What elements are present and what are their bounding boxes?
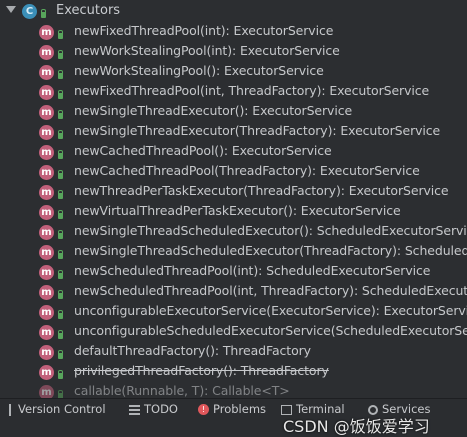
method-item[interactable]: m unconfigurableScheduledExecutorService…	[0, 322, 467, 342]
public-visibility-icon	[58, 370, 63, 379]
method-icon: m	[39, 165, 54, 180]
method-signature: newScheduledThreadPool(int): ScheduledEx…	[74, 263, 431, 278]
method-icon: m	[39, 365, 54, 380]
method-icon: m	[39, 25, 54, 40]
method-signature: newThreadPerTaskExecutor(ThreadFactory):…	[74, 183, 449, 198]
method-icon: m	[39, 305, 54, 320]
method-signature: newCachedThreadPool(ThreadFactory): Exec…	[74, 163, 420, 178]
method-icon: m	[39, 185, 54, 200]
method-item[interactable]: m callable(Runnable, T): Callable<T>	[0, 382, 467, 398]
method-item[interactable]: m newFixedThreadPool(int, ThreadFactory)…	[0, 82, 467, 102]
method-item[interactable]: m newScheduledThreadPool(int): Scheduled…	[0, 262, 467, 282]
method-signature: unconfigurableScheduledExecutorService(S…	[74, 323, 467, 338]
method-icon: m	[39, 385, 54, 398]
method-item[interactable]: m unconfigurableExecutorService(Executor…	[0, 302, 467, 322]
structure-tree: C Executors m newFixedThreadPool(int): E…	[0, 0, 467, 398]
method-item[interactable]: m newScheduledThreadPool(int, ThreadFact…	[0, 282, 467, 302]
method-signature: newSingleThreadScheduledExecutor(ThreadF…	[74, 243, 467, 258]
method-item[interactable]: m newVirtualThreadPerTaskExecutor(): Exe…	[0, 202, 467, 222]
todo-button[interactable]: TODO	[129, 401, 178, 418]
public-visibility-icon	[58, 30, 63, 39]
public-visibility-icon	[58, 70, 63, 79]
public-visibility-icon	[58, 270, 63, 279]
problems-button[interactable]: ! Problems	[198, 401, 266, 418]
method-signature: defaultThreadFactory(): ThreadFactory	[74, 343, 311, 358]
todo-icon	[129, 404, 140, 415]
public-visibility-icon	[58, 230, 63, 239]
todo-label: TODO	[144, 402, 178, 416]
public-visibility-icon	[41, 9, 46, 18]
version-control-button[interactable]: Version Control	[6, 401, 106, 418]
method-signature: newFixedThreadPool(int): ExecutorService	[74, 23, 334, 38]
method-item[interactable]: m newWorkStealingPool(): ExecutorService	[0, 62, 467, 82]
method-item[interactable]: m newSingleThreadScheduledExecutor(): Sc…	[0, 222, 467, 242]
method-icon: m	[39, 85, 54, 100]
class-node-executors[interactable]: C Executors	[0, 2, 467, 22]
method-icon: m	[39, 225, 54, 240]
method-item[interactable]: m newThreadPerTaskExecutor(ThreadFactory…	[0, 182, 467, 202]
class-icon: C	[22, 4, 37, 19]
chevron-down-icon[interactable]	[6, 6, 16, 13]
class-name: Executors	[56, 3, 121, 18]
public-visibility-icon	[58, 250, 63, 259]
public-visibility-icon	[58, 310, 63, 319]
public-visibility-icon	[58, 130, 63, 139]
version-control-icon	[6, 403, 14, 416]
method-signature: unconfigurableExecutorService(ExecutorSe…	[74, 303, 467, 318]
method-signature: newVirtualThreadPerTaskExecutor(): Execu…	[74, 203, 401, 218]
public-visibility-icon	[58, 210, 63, 219]
method-item[interactable]: m newSingleThreadExecutor(ThreadFactory)…	[0, 122, 467, 142]
method-item[interactable]: m newCachedThreadPool(ThreadFactory): Ex…	[0, 162, 467, 182]
method-signature: newFixedThreadPool(int, ThreadFactory): …	[74, 83, 430, 98]
method-signature: newSingleThreadExecutor(): ExecutorServi…	[74, 103, 353, 118]
public-visibility-icon	[58, 150, 63, 159]
problems-icon: !	[198, 404, 209, 415]
method-signature: newSingleThreadExecutor(ThreadFactory): …	[74, 123, 441, 138]
method-icon: m	[39, 105, 54, 120]
method-item-deprecated[interactable]: m privilegedThreadFactory(): ThreadFacto…	[0, 362, 467, 382]
problems-label: Problems	[213, 402, 267, 416]
method-item[interactable]: m newWorkStealingPool(int): ExecutorServ…	[0, 42, 467, 62]
method-icon: m	[39, 285, 54, 300]
public-visibility-icon	[58, 290, 63, 299]
public-visibility-icon	[58, 170, 63, 179]
public-visibility-icon	[58, 90, 63, 99]
public-visibility-icon	[58, 330, 63, 339]
method-signature: newWorkStealingPool(): ExecutorService	[74, 63, 324, 78]
method-icon: m	[39, 325, 54, 340]
method-icon: m	[39, 145, 54, 160]
version-control-label: Version Control	[18, 402, 106, 416]
method-item[interactable]: m newSingleThreadExecutor(): ExecutorSer…	[0, 102, 467, 122]
method-icon: m	[39, 245, 54, 260]
method-icon: m	[39, 125, 54, 140]
method-item[interactable]: m defaultThreadFactory(): ThreadFactory	[0, 342, 467, 362]
method-signature: newCachedThreadPool(): ExecutorService	[74, 143, 332, 158]
public-visibility-icon	[58, 190, 63, 199]
watermark: CSDN @饭饭爱学习	[283, 417, 430, 436]
method-icon: m	[39, 265, 54, 280]
method-signature: newScheduledThreadPool(int, ThreadFactor…	[74, 283, 467, 298]
method-icon: m	[39, 205, 54, 220]
method-item[interactable]: m newCachedThreadPool(): ExecutorService	[0, 142, 467, 162]
method-signature: callable(Runnable, T): Callable<T>	[74, 383, 290, 398]
method-item[interactable]: m newFixedThreadPool(int): ExecutorServi…	[0, 22, 467, 42]
public-visibility-icon	[58, 50, 63, 59]
public-visibility-icon	[58, 110, 63, 119]
method-icon: m	[39, 345, 54, 360]
method-icon: m	[39, 65, 54, 80]
method-signature: privilegedThreadFactory(): ThreadFactory	[74, 363, 329, 378]
method-item[interactable]: m newSingleThreadScheduledExecutor(Threa…	[0, 242, 467, 262]
method-signature: newWorkStealingPool(int): ExecutorServic…	[74, 43, 340, 58]
method-signature: newSingleThreadScheduledExecutor(): Sche…	[74, 223, 467, 238]
public-visibility-icon	[58, 350, 63, 359]
method-icon: m	[39, 45, 54, 60]
